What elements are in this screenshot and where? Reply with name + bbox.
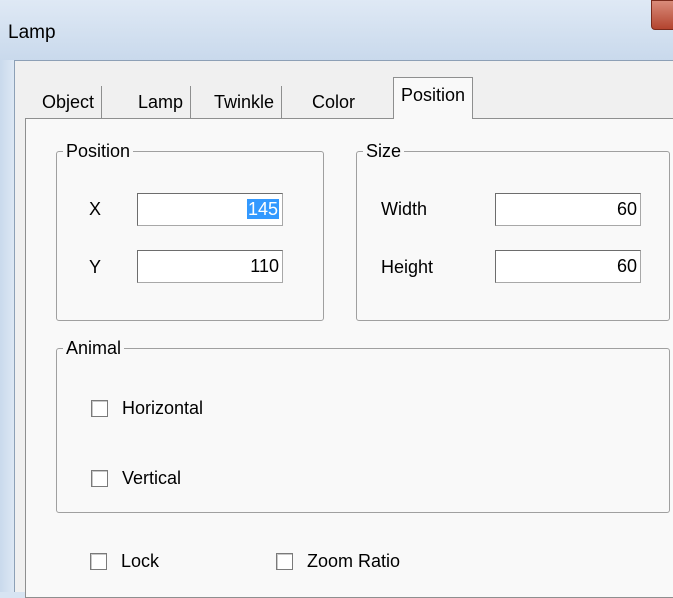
tab-position[interactable]: Position	[393, 77, 474, 119]
vertical-checkbox[interactable]: Vertical	[91, 467, 181, 489]
vertical-label: Vertical	[122, 468, 182, 488]
height-label: Height	[381, 257, 434, 277]
horizontal-checkbox[interactable]: Horizontal	[91, 397, 203, 419]
position-tab-panel: Position X 145 Y 110 Size Width 60 Heigh…	[25, 118, 673, 598]
x-label: X	[89, 199, 102, 219]
size-group: Size Width 60 Height 60	[356, 140, 670, 321]
horizontal-checkbox-box[interactable]	[91, 399, 108, 417]
position-group-title: Position	[63, 140, 134, 162]
window-frame	[0, 60, 14, 592]
animal-group: Animal Horizontal Vertical	[56, 337, 670, 513]
tab-color[interactable]: Color	[305, 86, 363, 118]
position-group: Position X 145 Y 110	[56, 140, 324, 321]
animal-group-title: Animal	[63, 337, 125, 359]
dialog-client: Object Lamp Twinkle Color Position Posit…	[14, 60, 673, 598]
close-button[interactable]	[651, 0, 673, 30]
tab-lamp[interactable]: Lamp	[131, 86, 192, 118]
zoom-ratio-label: Zoom Ratio	[307, 551, 401, 571]
width-label: Width	[381, 199, 428, 219]
lock-label: Lock	[121, 551, 160, 571]
lock-checkbox-box[interactable]	[90, 552, 107, 570]
zoom-ratio-checkbox-box[interactable]	[276, 552, 293, 570]
height-input[interactable]: 60	[495, 250, 641, 283]
width-input[interactable]: 60	[495, 193, 641, 226]
window-title: Lamp	[8, 22, 56, 43]
vertical-checkbox-box[interactable]	[91, 469, 108, 487]
horizontal-label: Horizontal	[122, 398, 204, 418]
lock-checkbox[interactable]: Lock	[90, 550, 159, 572]
y-input[interactable]: 110	[137, 250, 283, 283]
tab-object[interactable]: Object	[35, 86, 103, 118]
y-label: Y	[89, 257, 102, 277]
size-group-title: Size	[363, 140, 405, 162]
x-input[interactable]: 145	[137, 193, 283, 226]
zoom-ratio-checkbox[interactable]: Zoom Ratio	[276, 550, 400, 572]
title-bar: Lamp	[0, 0, 673, 60]
tab-twinkle[interactable]: Twinkle	[207, 86, 283, 118]
x-value: 145	[246, 199, 279, 219]
